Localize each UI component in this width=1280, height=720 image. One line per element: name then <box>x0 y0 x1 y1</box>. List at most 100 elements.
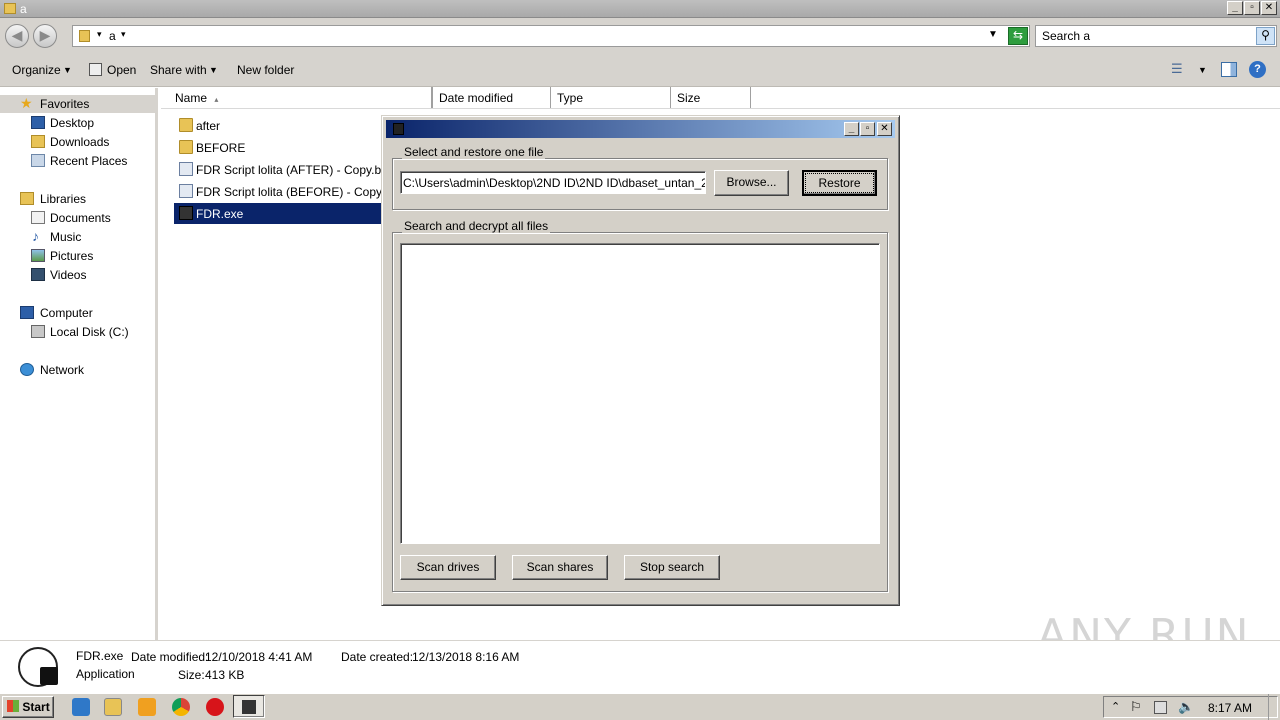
navigation-pane: ★ Favorites Desktop Downloads Recent Pla… <box>0 88 158 640</box>
breadcrumb[interactable]: a <box>109 29 116 43</box>
view-options-icon[interactable]: ☰ <box>1171 61 1183 77</box>
new-folder-button[interactable]: New folder <box>237 63 294 77</box>
breadcrumb-dropdown-icon[interactable]: ▾ <box>121 29 126 40</box>
column-header-name[interactable]: Name ▴ <box>169 87 432 108</box>
sidebar-item-local-disk[interactable]: Local Disk (C:) <box>0 323 155 341</box>
lock-app-icon <box>179 206 193 220</box>
batch-file-icon <box>179 162 193 176</box>
back-button[interactable]: ◀ <box>5 24 29 48</box>
column-header-label: Type <box>557 91 584 105</box>
sidebar-item-pictures[interactable]: Pictures <box>0 247 155 265</box>
search-icon[interactable]: ⚲ <box>1256 27 1275 45</box>
column-header-size[interactable]: Size <box>671 87 751 108</box>
volume-icon[interactable]: 🔈 <box>1178 699 1194 715</box>
libraries-icon <box>20 192 34 205</box>
lock-app-icon <box>242 700 256 714</box>
start-button[interactable]: Start <box>2 696 54 718</box>
sidebar-item-network[interactable]: Network <box>0 361 155 379</box>
sidebar-item-videos[interactable]: Videos <box>0 266 155 284</box>
scan-shares-button[interactable]: Scan shares <box>512 555 608 580</box>
sidebar-item-favorites[interactable]: ★ Favorites <box>0 95 155 113</box>
details-size-label: Size: <box>178 668 205 682</box>
sidebar-item-documents[interactable]: Documents <box>0 209 155 227</box>
opera-icon[interactable] <box>206 698 224 716</box>
close-button[interactable]: ✕ <box>1261 1 1277 15</box>
open-button[interactable]: Open <box>107 63 136 77</box>
file-explorer-icon[interactable] <box>104 698 122 716</box>
sidebar-item-libraries[interactable]: Libraries <box>0 190 155 208</box>
search-placeholder: Search a <box>1042 29 1091 43</box>
chevron-down-icon: ▼ <box>209 65 218 75</box>
column-header-type[interactable]: Type <box>551 87 671 108</box>
computer-icon <box>20 306 34 319</box>
local-disk-icon <box>31 325 45 338</box>
open-icon <box>89 63 102 76</box>
flag-icon[interactable]: ⚐ <box>1130 699 1142 715</box>
file-path-field[interactable]: C:\Users\admin\Desktop\2ND ID\2ND ID\dba… <box>400 171 706 194</box>
sidebar-item-label: Documents <box>50 211 111 225</box>
refresh-button[interactable]: ⇆ <box>1008 27 1028 45</box>
sidebar-item-desktop[interactable]: Desktop <box>0 114 155 132</box>
dialog-title-bar: _ ▫ ✕ <box>386 120 895 138</box>
dialog-minimize-button[interactable]: _ <box>844 122 859 136</box>
sidebar-item-label: Music <box>50 230 82 244</box>
help-icon[interactable]: ? <box>1249 61 1266 78</box>
folder-icon <box>179 118 193 132</box>
file-row[interactable]: after <box>174 115 381 136</box>
results-list[interactable] <box>400 243 880 544</box>
search-input[interactable]: Search a ⚲ <box>1035 25 1277 47</box>
sidebar-item-label: Recent Places <box>50 154 128 168</box>
file-row-selected[interactable]: FDR.exe <box>174 203 381 224</box>
column-header-date-modified[interactable]: Date modified <box>432 87 551 108</box>
sidebar-item-downloads[interactable]: Downloads <box>0 133 155 151</box>
browse-button[interactable]: Browse... <box>714 170 789 196</box>
clock[interactable]: 8:17 AM <box>1208 701 1252 715</box>
taskbar: Start ⌃ ⚐ 🔈 8:17 AM <box>0 693 1280 720</box>
file-row[interactable]: FDR Script lolita (BEFORE) - Copy.bat <box>174 181 401 202</box>
system-tray: ⌃ ⚐ 🔈 8:17 AM <box>1103 696 1278 718</box>
organize-button[interactable]: Organize <box>12 63 61 77</box>
file-name: FDR Script lolita (AFTER) - Copy.bat <box>196 163 392 177</box>
sidebar-item-music[interactable]: ♪ Music <box>0 228 155 246</box>
file-row[interactable]: FDR Script lolita (AFTER) - Copy.bat <box>174 159 391 180</box>
sidebar-item-label: Videos <box>50 268 87 282</box>
sidebar-item-recent-places[interactable]: Recent Places <box>0 152 155 170</box>
stop-search-button[interactable]: Stop search <box>624 555 720 580</box>
forward-button[interactable]: ▶ <box>33 24 57 48</box>
scan-drives-button[interactable]: Scan drives <box>400 555 496 580</box>
address-history-icon[interactable]: ▼ <box>988 29 998 40</box>
recent-places-icon <box>31 154 45 167</box>
chevron-down-icon[interactable]: ▼ <box>1198 65 1207 75</box>
address-field[interactable]: ▾ a ▾ ▼ <box>72 25 1030 47</box>
sidebar-item-computer[interactable]: Computer <box>0 304 155 322</box>
sort-ascending-icon: ▴ <box>214 95 219 104</box>
videos-icon <box>31 268 45 281</box>
share-with-button[interactable]: Share with <box>150 63 207 77</box>
music-icon: ♪ <box>32 228 39 244</box>
network-status-icon[interactable] <box>1154 701 1167 714</box>
media-player-icon[interactable] <box>138 698 156 716</box>
pictures-icon <box>31 249 45 262</box>
network-icon <box>20 363 34 376</box>
file-row[interactable]: BEFORE <box>174 137 381 158</box>
star-icon: ★ <box>20 95 33 111</box>
dialog-maximize-button[interactable]: ▫ <box>860 122 875 136</box>
minimize-button[interactable]: _ <box>1227 1 1243 15</box>
chrome-icon[interactable] <box>172 698 190 716</box>
column-header-label: Date modified <box>439 91 514 105</box>
preview-pane-icon[interactable] <box>1221 62 1237 77</box>
file-name: FDR.exe <box>196 207 244 221</box>
fdr-taskbar-button[interactable] <box>233 695 265 718</box>
details-file-type: Application <box>76 667 135 681</box>
dialog-close-button[interactable]: ✕ <box>877 122 892 136</box>
restore-button[interactable]: Restore <box>802 170 877 196</box>
maximize-button[interactable]: ▫ <box>1244 1 1260 15</box>
window-title: a <box>20 2 27 16</box>
breadcrumb-separator-icon: ▾ <box>97 29 102 39</box>
show-hidden-icons-icon[interactable]: ⌃ <box>1111 700 1120 713</box>
sidebar-item-label: Pictures <box>50 249 94 263</box>
sidebar-item-label: Computer <box>40 306 93 320</box>
show-desktop-button[interactable] <box>1268 694 1280 720</box>
internet-explorer-icon[interactable] <box>72 698 90 716</box>
window-title-bar: a _ ▫ ✕ <box>0 0 1280 18</box>
